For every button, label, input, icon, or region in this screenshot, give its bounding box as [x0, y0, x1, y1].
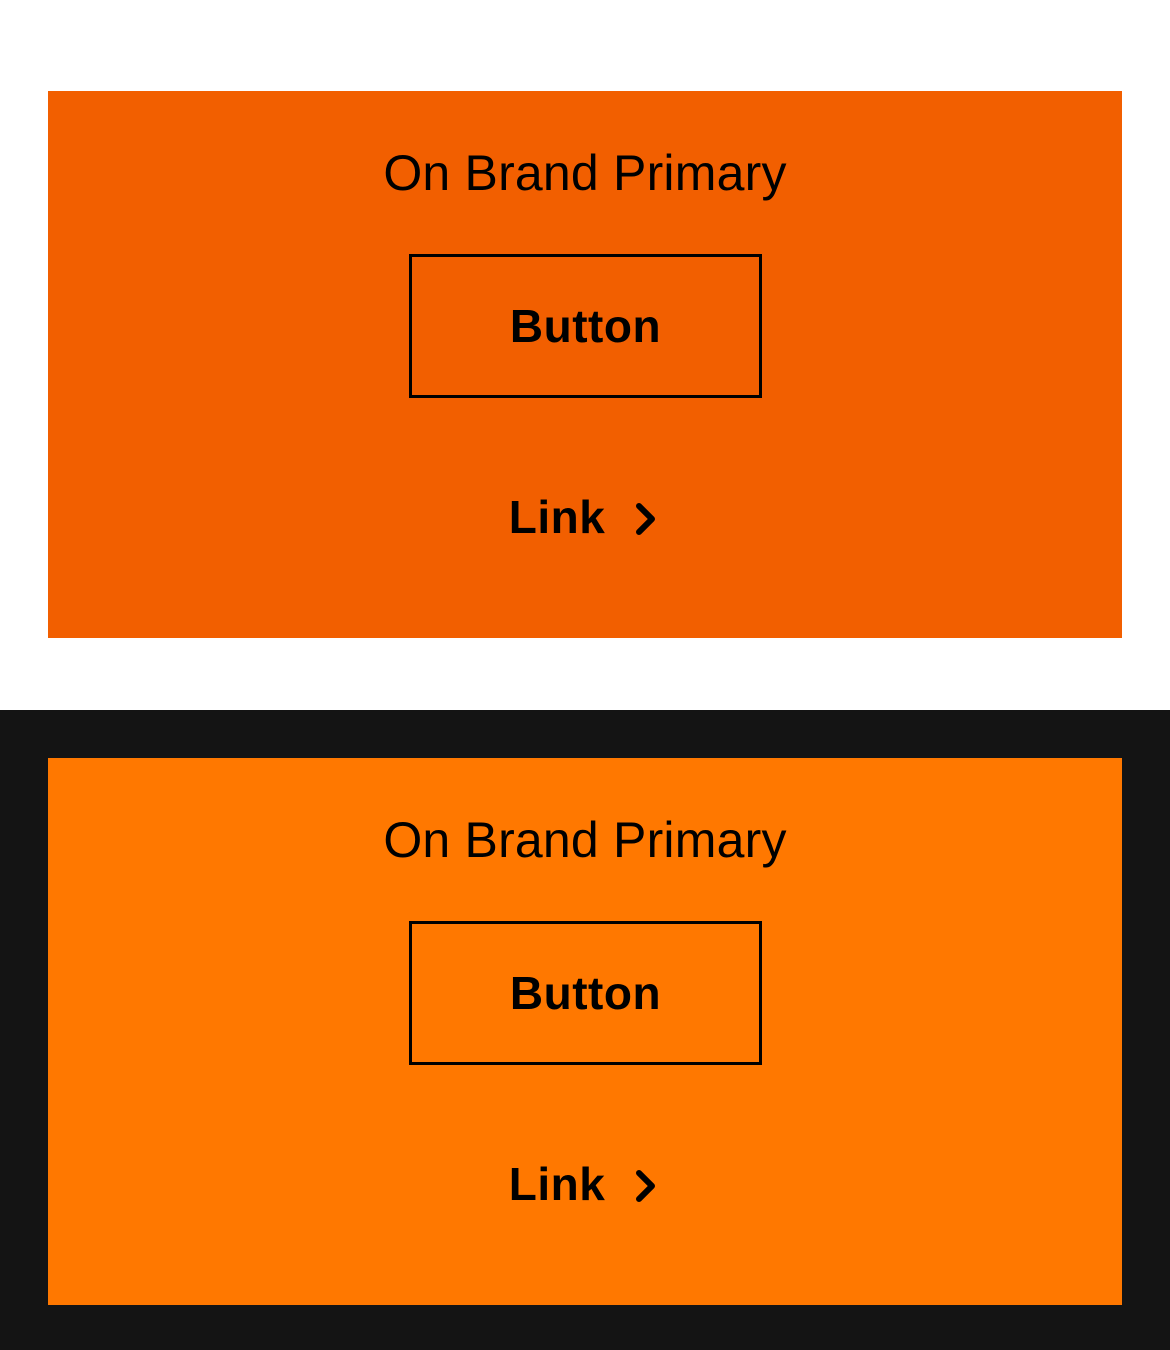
brand-primary-card-light: On Brand Primary Button Link [48, 91, 1122, 638]
link-label: Link [508, 491, 606, 543]
link-label: Link [508, 1158, 606, 1210]
dark-theme-section: On Brand Primary Button Link [0, 710, 1170, 1350]
button[interactable]: Button [409, 254, 762, 398]
chevron-right-icon [636, 1170, 656, 1202]
light-theme-section: On Brand Primary Button Link [0, 0, 1170, 710]
button[interactable]: Button [409, 921, 762, 1065]
card-title: On Brand Primary [383, 812, 787, 868]
link[interactable]: Link [48, 487, 1122, 547]
link[interactable]: Link [48, 1154, 1122, 1214]
chevron-right-icon [636, 503, 656, 535]
brand-primary-card-dark: On Brand Primary Button Link [48, 758, 1122, 1305]
card-title: On Brand Primary [383, 145, 787, 201]
